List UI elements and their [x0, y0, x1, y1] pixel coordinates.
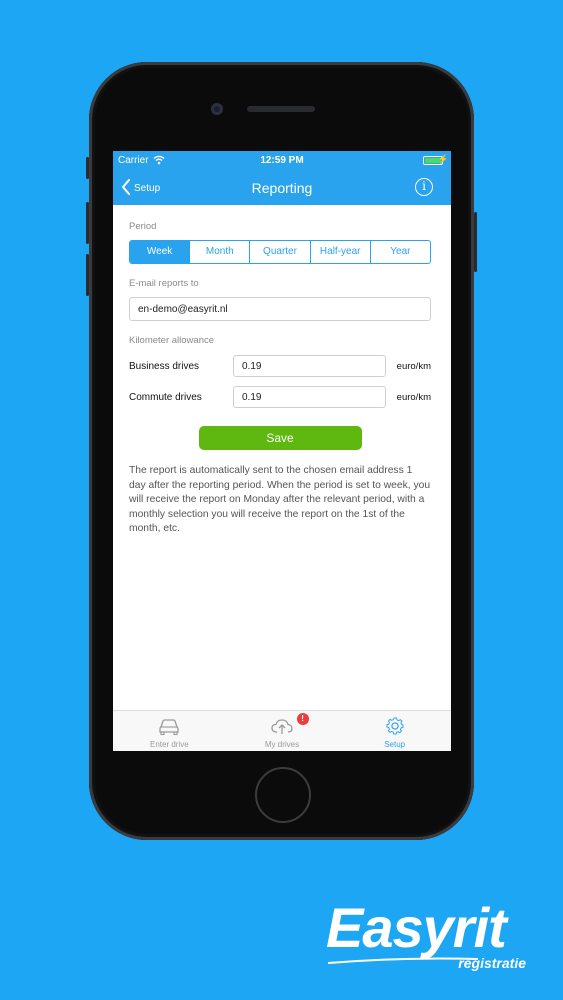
logo-subtitle: registratie: [458, 955, 526, 971]
email-label: E-mail reports to: [129, 278, 199, 289]
earpiece-speaker: [247, 106, 315, 112]
period-option-week[interactable]: Week: [130, 241, 190, 263]
notification-badge: !: [296, 713, 309, 725]
status-bar: Carrier 12:59 PM ⚡: [113, 151, 451, 171]
logo-wordmark: Easyrit: [326, 896, 507, 959]
logo-swoosh: [328, 957, 478, 964]
tab-label-setup: Setup: [384, 740, 406, 749]
tab-bar: Enter drive ! My drives Setup: [113, 710, 451, 751]
period-option-year[interactable]: Year: [369, 241, 430, 263]
commute-drives-unit: euro/km: [396, 391, 431, 403]
period-option-month[interactable]: Month: [189, 241, 249, 263]
car-icon: [159, 719, 179, 736]
home-button[interactable]: [255, 767, 311, 823]
volume-up-button: [86, 202, 89, 244]
business-drives-row: Business drives 0.19 euro/km: [129, 354, 431, 378]
page-title: Reporting: [251, 180, 313, 196]
app-screen: Carrier 12:59 PM ⚡ Setup Reporting i Per…: [113, 151, 451, 751]
business-drives-input[interactable]: 0.19: [233, 355, 386, 377]
allowance-label: Kilometer allowance: [129, 335, 215, 346]
business-drives-unit: euro/km: [396, 360, 431, 372]
tab-label-my-drives: My drives: [264, 740, 300, 749]
report-description: The report is automatically sent to the …: [129, 465, 431, 535]
mute-switch: [86, 157, 89, 179]
period-option-half-year[interactable]: Half-year: [309, 241, 370, 263]
cloud-upload-icon: [271, 719, 293, 734]
charging-icon: ⚡: [437, 154, 449, 164]
easyrit-logo: Easyrit registratie: [326, 895, 536, 975]
period-option-quarter[interactable]: Quarter: [249, 241, 309, 263]
tab-my-drives[interactable]: ! My drives: [226, 711, 339, 751]
period-label: Period: [129, 221, 157, 232]
commute-drives-row: Commute drives 0.19 euro/km: [129, 385, 431, 409]
power-button: [474, 212, 477, 272]
tab-label-enter-drive: Enter drive: [149, 740, 189, 749]
navigation-bar: Setup Reporting i: [113, 171, 451, 205]
commute-drives-label: Commute drives: [129, 391, 202, 403]
volume-down-button: [86, 254, 89, 296]
tab-setup[interactable]: Setup: [338, 711, 451, 751]
save-button[interactable]: Save: [198, 426, 362, 450]
info-icon[interactable]: i: [415, 178, 433, 196]
reporting-form: Period Week Month Quarter Half-year Year E-m…: [129, 205, 431, 537]
clock: 12:59 PM: [260, 155, 304, 166]
business-drives-label: Business drives: [129, 360, 200, 372]
email-field[interactable]: en-demo@easyrit.nl: [129, 297, 431, 321]
commute-drives-input[interactable]: 0.19: [233, 386, 386, 408]
period-selector: Week Month Quarter Half-year Year: [129, 240, 431, 264]
gear-icon: [386, 717, 404, 735]
tab-enter-drive[interactable]: Enter drive: [113, 711, 226, 751]
front-camera: [211, 103, 223, 115]
